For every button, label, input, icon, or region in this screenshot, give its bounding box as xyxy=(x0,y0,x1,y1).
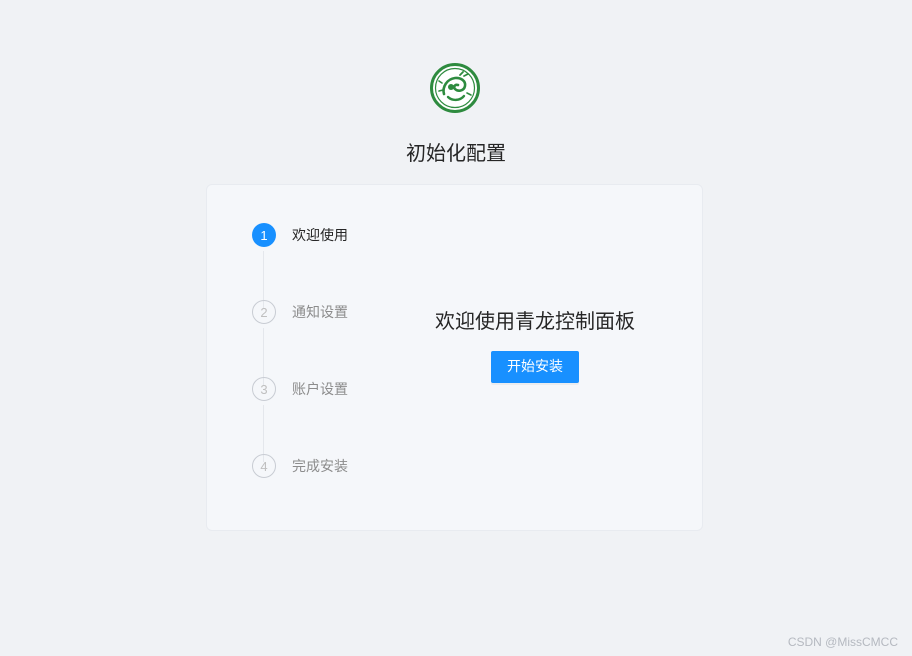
step-number-badge: 2 xyxy=(252,300,276,324)
step-label: 欢迎使用 xyxy=(292,228,348,244)
welcome-panel: 欢迎使用青龙控制面板 开始安装 xyxy=(407,308,663,383)
start-install-button[interactable]: 开始安装 xyxy=(491,351,579,383)
step-welcome[interactable]: 1 欢迎使用 xyxy=(252,223,348,247)
welcome-heading: 欢迎使用青龙控制面板 xyxy=(435,309,635,333)
step-number-badge: 4 xyxy=(252,454,276,478)
step-label: 账户设置 xyxy=(292,382,348,398)
step-number-badge: 3 xyxy=(252,377,276,401)
qinglong-logo-icon xyxy=(430,63,480,113)
step-label: 完成安装 xyxy=(292,459,348,475)
step-notification-settings[interactable]: 2 通知设置 xyxy=(252,300,348,324)
step-number-badge: 1 xyxy=(252,223,276,247)
setup-card: 1 欢迎使用 2 通知设置 3 账户设置 4 完成安装 欢迎使用青龙控制面板 开… xyxy=(206,184,703,531)
step-finish-install[interactable]: 4 完成安装 xyxy=(252,454,348,478)
steps-nav: 1 欢迎使用 2 通知设置 3 账户设置 4 完成安装 xyxy=(252,223,392,493)
step-account-settings[interactable]: 3 账户设置 xyxy=(252,377,348,401)
watermark: CSDN @MissCMCC xyxy=(787,635,898,649)
step-label: 通知设置 xyxy=(292,305,348,321)
page-title: 初始化配置 xyxy=(406,141,506,165)
